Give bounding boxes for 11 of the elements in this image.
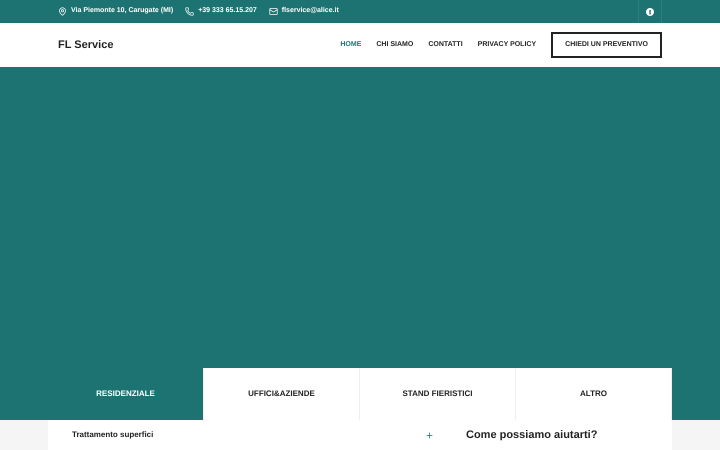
category-tab[interactable]: ALTRO	[516, 368, 672, 420]
accordion-item[interactable]: Trattamento superfici	[72, 429, 434, 441]
category-tab[interactable]: UFFICI&AZIENDE	[204, 368, 360, 420]
help-heading: Come possiamo aiutarti?	[466, 428, 598, 443]
plus-icon	[425, 430, 434, 440]
site-logo[interactable]: FL Service	[58, 36, 114, 54]
phone-icon	[185, 7, 194, 16]
location-pin-icon	[58, 7, 67, 16]
social-icon[interactable]	[646, 8, 654, 16]
mail-icon	[268, 7, 278, 16]
category-tab[interactable]: STAND FIERISTICI	[360, 368, 516, 420]
